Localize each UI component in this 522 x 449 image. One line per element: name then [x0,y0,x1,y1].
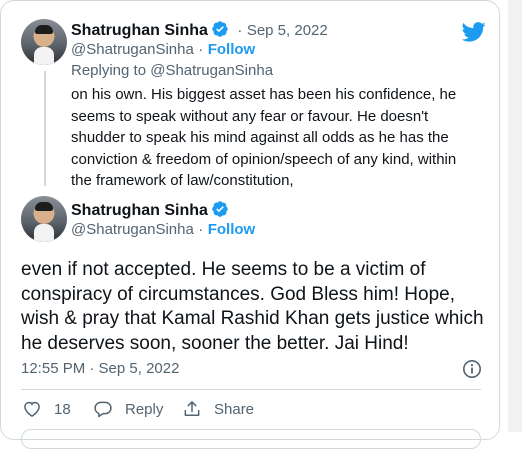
replying-to-prefix: Replying to [71,62,151,79]
share-label: Share [214,400,255,418]
reply-tweet-text: on his own. His biggest asset has been h… [71,86,457,189]
verified-badge-icon [212,201,228,217]
avatar[interactable] [21,19,67,65]
tweet-embed-card: Shatrughan Sinha · Sep 5, 2022 @Shatruga… [0,0,500,449]
tweet-timestamp[interactable]: 12:55 PM · Sep 5, 2022 [21,360,179,377]
author-handle[interactable]: @ShatruganSinha [71,221,194,238]
author-name[interactable]: Shatrughan Sinha [71,22,208,39]
reply-tweet-handle-row: @ShatruganSinha · Follow [71,41,255,59]
separator-dot: · [198,221,204,238]
reply-bubble-icon [94,401,112,418]
like-button[interactable]: 18 [22,399,71,419]
scrollbar[interactable] [508,0,522,432]
replying-to-line: Replying to @ShatruganSinha [71,62,273,79]
read-replies-button[interactable] [21,429,481,449]
follow-button[interactable]: Follow [208,221,256,238]
follow-button[interactable]: Follow [208,41,256,58]
twitter-bird-icon[interactable] [462,22,486,42]
heart-icon [24,401,40,417]
tweet-date[interactable]: Sep 5, 2022 [247,22,328,39]
reply-label: Reply [125,400,164,418]
likes-count: 18 [54,400,71,418]
verified-badge-icon [212,21,228,37]
avatar[interactable] [21,196,67,242]
info-icon[interactable] [462,359,482,379]
author-name[interactable]: Shatrughan Sinha [71,202,208,219]
main-tweet-text: even if not accepted. He seems to be a v… [21,259,484,354]
separator-dot: · [237,22,243,39]
author-handle[interactable]: @ShatruganSinha [71,41,194,58]
main-tweet-handle-row: @ShatruganSinha · Follow [71,221,255,239]
replying-to-handle[interactable]: @ShatruganSinha [150,62,273,79]
reply-tweet-header: Shatrughan Sinha · Sep 5, 2022 [71,20,328,40]
thread-connector-line [44,71,46,186]
share-button[interactable]: Share [182,399,254,419]
main-tweet-header: Shatrughan Sinha [71,200,229,220]
separator-dot: · [198,41,204,58]
reply-button[interactable]: Reply [93,399,163,419]
share-icon [184,401,200,416]
divider [21,389,481,390]
